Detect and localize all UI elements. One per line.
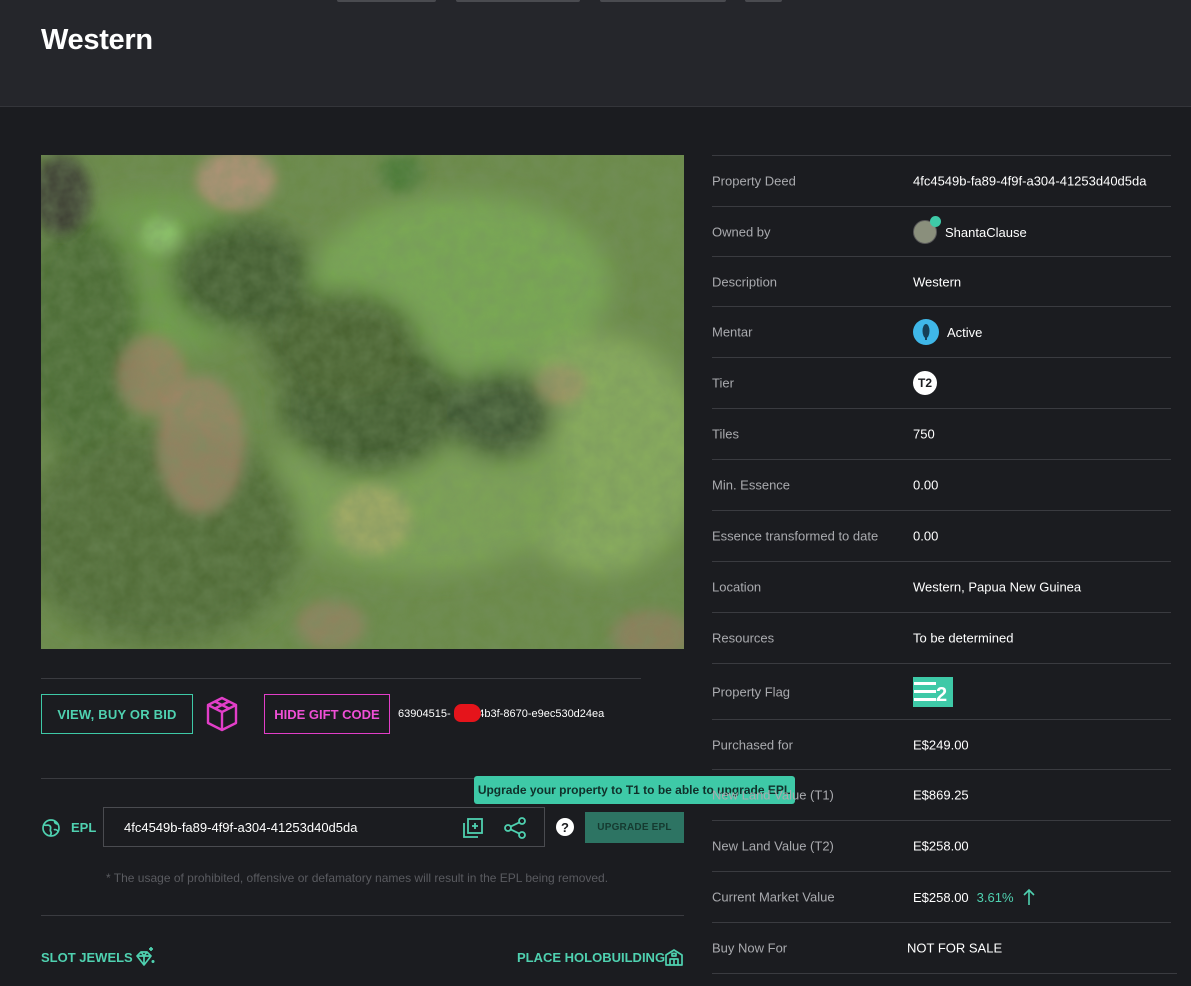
- globe-icon: [42, 819, 60, 837]
- property-label: Tiles: [712, 426, 739, 442]
- help-icon[interactable]: ?: [556, 818, 574, 836]
- property-value: NOT FOR SALE: [907, 941, 1002, 956]
- property-value[interactable]: ShantaClause: [913, 216, 1027, 244]
- purchased-for-value: E$249.00: [913, 737, 969, 753]
- description-value: Western: [913, 274, 962, 290]
- epl-disclaimer: * The usage of prohibited, offensive or …: [106, 871, 609, 885]
- property-label: Owned by: [712, 224, 771, 240]
- property-value: To be determined: [913, 631, 1013, 646]
- gift-code-suffix: -4b3f-8670-e9ec530d24ea: [474, 708, 605, 720]
- property-value: 2: [913, 676, 953, 707]
- property-row: Purchased for E$249.00: [712, 719, 1171, 770]
- property-row: Tiles 750: [712, 408, 1171, 459]
- property-label: Tier: [712, 375, 734, 391]
- mentar-icon: [913, 319, 939, 345]
- property-label: Min. Essence: [712, 477, 791, 493]
- gift-code-text: 63904515- -4b3f-8670-e9ec530d24ea: [398, 708, 604, 720]
- property-row: Location Western, Papua New Guinea: [712, 561, 1171, 612]
- nav-tab-stub[interactable]: [337, 0, 436, 2]
- property-value: T2: [913, 371, 937, 395]
- property-row: Tier T2: [712, 357, 1171, 408]
- copy-icon[interactable]: [462, 817, 484, 839]
- property-value: E$258.00 3.61%: [913, 888, 1036, 906]
- building-icon[interactable]: [664, 947, 684, 967]
- property-row: New Land Value (T2) E$258.00: [712, 820, 1171, 871]
- svg-text:2: 2: [936, 684, 947, 706]
- property-label: Description: [712, 274, 778, 290]
- tier-badge: T2: [913, 371, 937, 395]
- property-row: Owned by ShantaClause: [712, 206, 1171, 257]
- property-row: Mentar Active: [712, 306, 1171, 357]
- property-value: E$869.25: [913, 788, 969, 803]
- property-label: New Land Value (T1): [712, 787, 834, 803]
- epl-label: EPL: [71, 820, 97, 835]
- buy-now-value: NOT FOR SALE: [907, 940, 1003, 956]
- property-value: E$258.00: [913, 839, 969, 854]
- owner-avatar[interactable]: [913, 216, 941, 244]
- property-value: E$249.00: [913, 738, 969, 753]
- nav-tab-stub[interactable]: [600, 0, 726, 2]
- property-label: Mentar: [712, 324, 753, 340]
- property-row: Property Deed 4fc4549b-fa89-4f9f-a304-41…: [712, 155, 1171, 206]
- property-label: Property Flag: [712, 684, 791, 699]
- property-label: Buy Now For: [712, 940, 788, 956]
- nav-tab-stub[interactable]: [745, 0, 782, 2]
- place-holobuilding-button[interactable]: PLACE HOLOBUILDING: [517, 950, 665, 965]
- redaction-mark: [454, 704, 481, 722]
- share-icon[interactable]: [503, 816, 527, 840]
- slot-jewels-button[interactable]: SLOT JEWELS: [41, 950, 133, 965]
- market-value: E$258.00: [913, 889, 969, 905]
- market-change: 3.61%: [976, 889, 1014, 905]
- property-label: Location: [712, 579, 762, 595]
- property-row: Resources To be determined: [712, 612, 1171, 663]
- view-buy-bid-button[interactable]: VIEW, BUY OR BID: [41, 694, 193, 734]
- tiles-value: 750: [913, 426, 935, 442]
- property-row: New Land Value (T1) E$869.25: [712, 769, 1171, 820]
- property-row: Buy Now For NOT FOR SALE: [712, 922, 1171, 973]
- resources-value: To be determined: [913, 630, 1014, 646]
- arrow-up-icon: [1022, 888, 1035, 905]
- property-label: Resources: [712, 630, 775, 646]
- new-land-value-t1: E$869.25: [913, 787, 969, 803]
- property-row: Current Market Value E$258.00 3.61%: [712, 871, 1171, 922]
- property-value: 4fc4549b-fa89-4f9f-a304-41253d40d5da: [913, 174, 1146, 189]
- property-value: Active: [913, 319, 982, 345]
- land-satellite-image: [41, 155, 684, 649]
- epl-value[interactable]: 4fc4549b-fa89-4f9f-a304-41253d40d5da: [124, 820, 357, 835]
- property-label: New Land Value (T2): [712, 838, 834, 854]
- cube-icon[interactable]: [206, 696, 238, 732]
- property-deed-value: 4fc4549b-fa89-4f9f-a304-41253d40d5da: [913, 173, 1147, 189]
- property-value: Western: [913, 275, 961, 290]
- owner-name[interactable]: ShantaClause: [945, 225, 1027, 240]
- nav-tab-stub[interactable]: [456, 0, 580, 2]
- property-value: 0.00: [913, 478, 938, 493]
- property-value: Western, Papua New Guinea: [913, 580, 1081, 595]
- property-value: 0.00: [913, 529, 938, 544]
- gift-code-prefix: 63904515-: [398, 708, 451, 720]
- min-essence-value: 0.00: [913, 477, 939, 493]
- page-header: Western: [0, 0, 1191, 107]
- property-row: Property Flag 2: [712, 663, 1171, 719]
- property-row: Description Western: [712, 256, 1171, 307]
- essence-transformed-value: 0.00: [913, 528, 939, 544]
- location-value: Western, Papua New Guinea: [913, 579, 1082, 595]
- property-row: Essence transformed to date 0.00: [712, 510, 1171, 561]
- new-land-value-t2: E$258.00: [913, 838, 969, 854]
- divider: [41, 915, 684, 916]
- property-label: Current Market Value: [712, 889, 835, 905]
- property-label: Essence transformed to date: [712, 528, 879, 544]
- mentar-status: Active: [947, 324, 983, 340]
- upgrade-epl-button[interactable]: UPGRADE EPL: [585, 812, 684, 843]
- jewel-icon[interactable]: [134, 946, 156, 968]
- page-title: Western: [41, 24, 153, 56]
- divider: [41, 678, 641, 679]
- property-label: Property Deed: [712, 173, 796, 189]
- property-label: Purchased for: [712, 737, 793, 753]
- flag-icon: 2: [913, 676, 953, 707]
- divider: [712, 973, 1177, 974]
- property-value: 750: [913, 427, 935, 442]
- hide-gift-code-button[interactable]: HIDE GIFT CODE: [264, 694, 390, 734]
- property-row: Min. Essence 0.00: [712, 459, 1171, 510]
